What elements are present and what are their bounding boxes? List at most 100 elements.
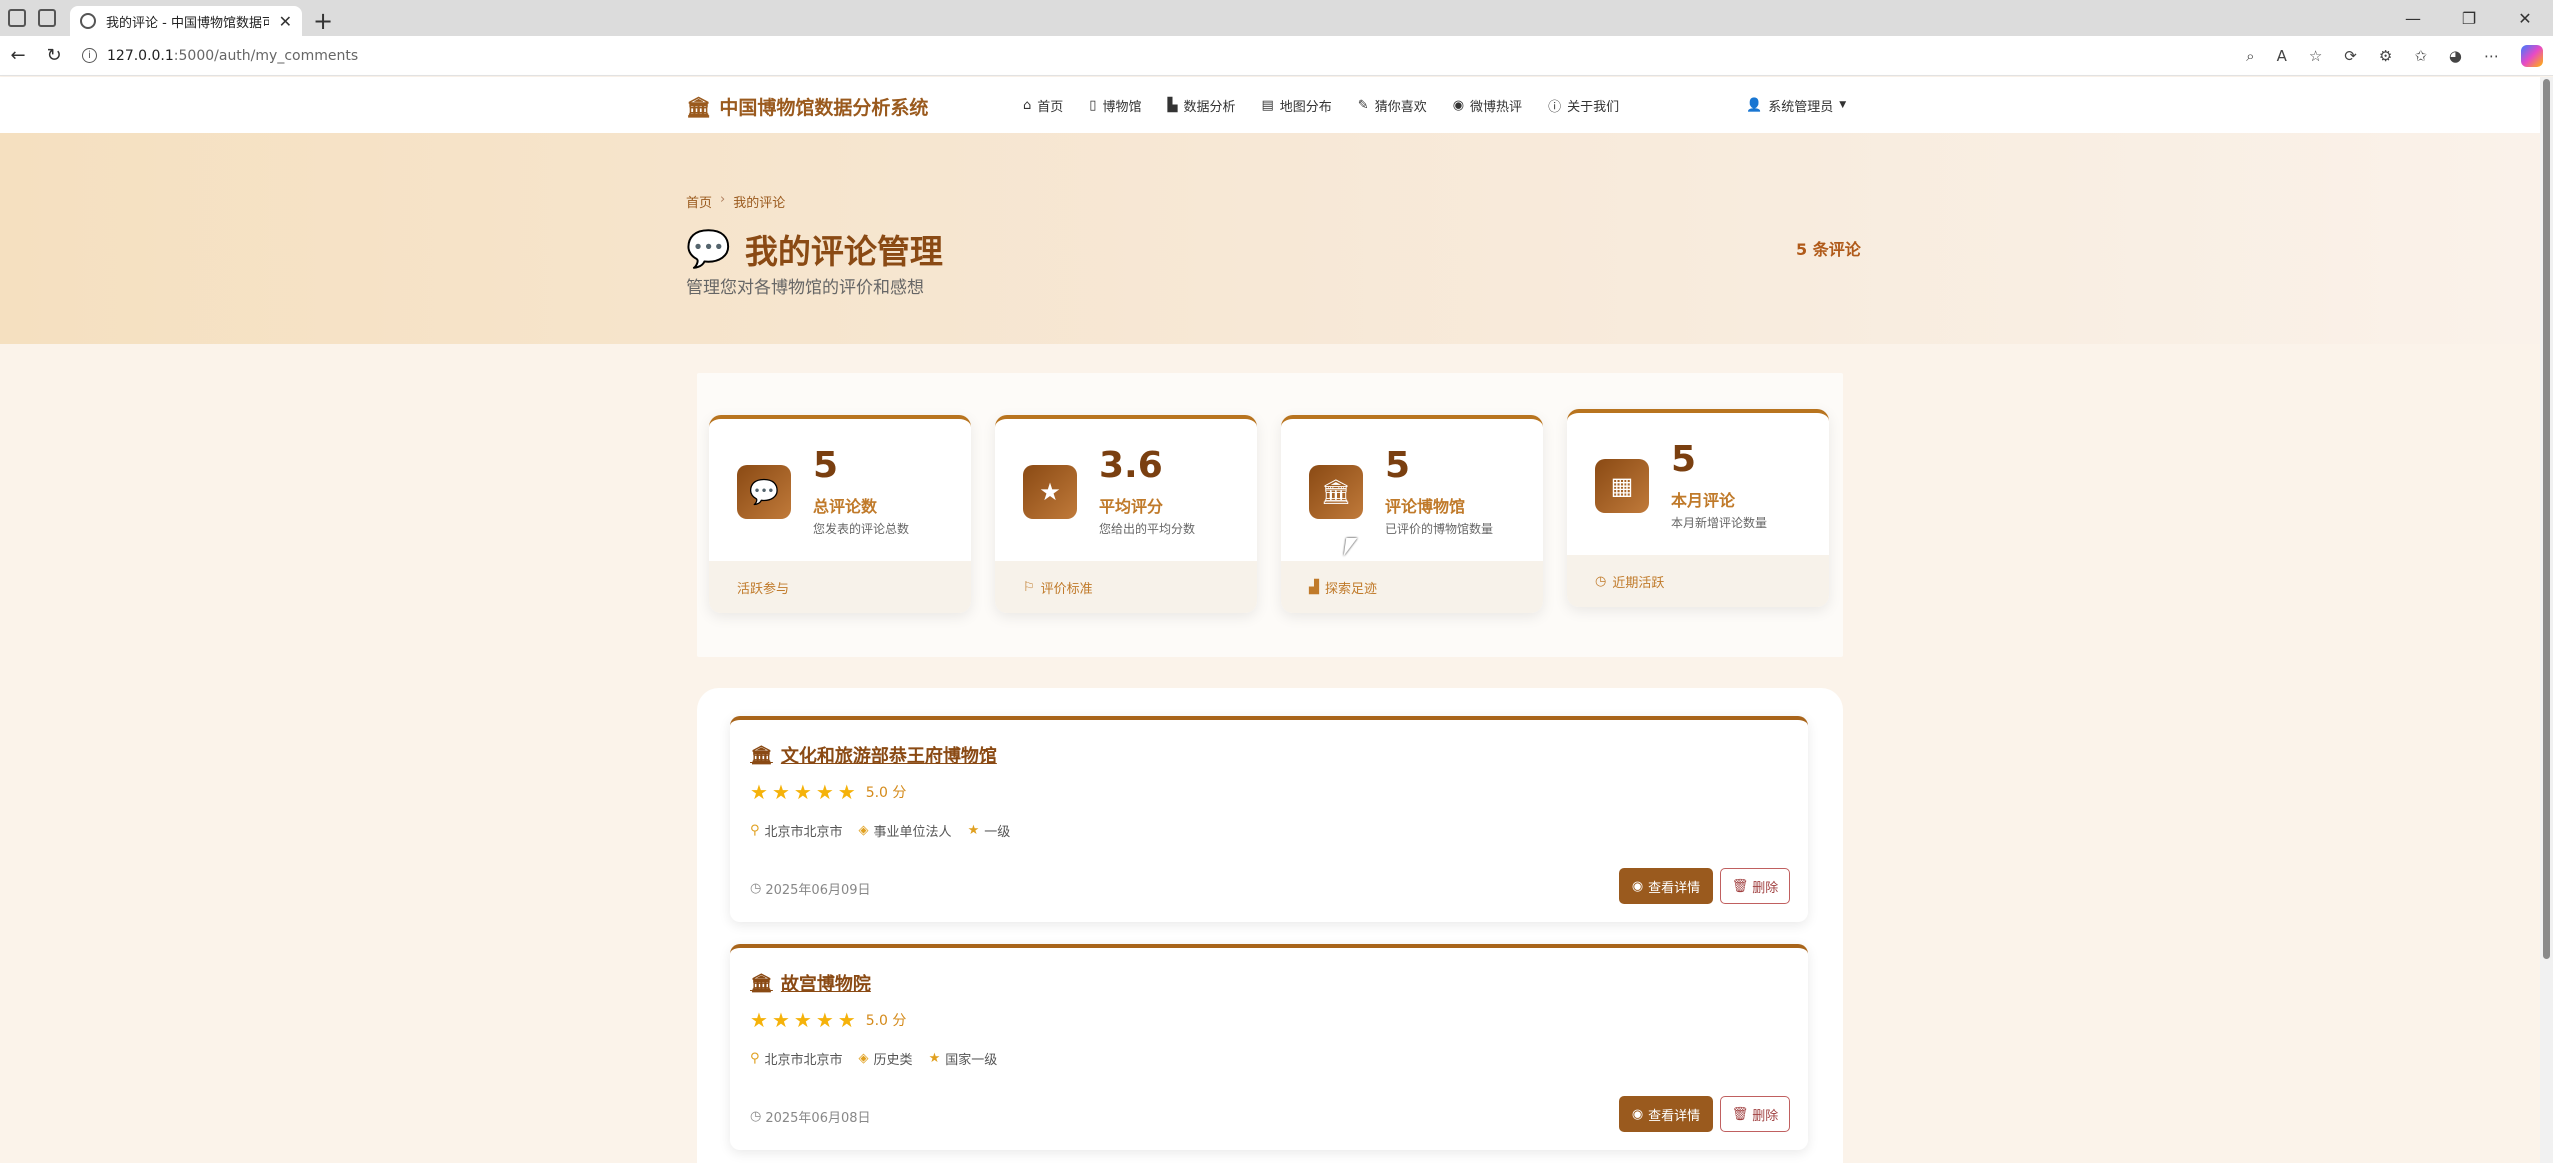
star-icon: ★	[928, 1051, 941, 1066]
museum-icon: 🏛	[750, 744, 773, 766]
stat-label: 本月评论	[1671, 491, 1736, 510]
star-icon: ★	[837, 780, 856, 804]
meta-level: ★ 一级	[968, 821, 1011, 840]
stat-card-museums: 🏛 5 评论博物馆 已评价的博物馆数量 ▟ 探索足迹	[1281, 415, 1543, 613]
menu-item-museums[interactable]: ▯ 博物馆	[1089, 96, 1141, 115]
breadcrumb-home[interactable]: 首页	[686, 192, 712, 211]
brand-title: 中国博物馆数据分析系统	[719, 97, 929, 119]
star-icon: ★	[967, 823, 980, 838]
profile-icon[interactable]: ◕	[2449, 47, 2462, 65]
comments-icon: 💬	[737, 465, 791, 519]
browser-tab-active[interactable]: 我的评论 - 中国博物馆数据可视化 ✕	[70, 6, 302, 36]
reload-icon[interactable]: ↻	[36, 45, 72, 66]
stat-value: 5	[813, 445, 839, 486]
home-icon: ⌂	[1023, 97, 1032, 113]
view-details-label: 查看详情	[1648, 1108, 1701, 1124]
trash-icon: 🗑	[1731, 1106, 1749, 1122]
favorites-icon[interactable]: ✩	[2414, 47, 2427, 65]
view-details-button[interactable]: ◉ 查看详情	[1619, 868, 1713, 904]
map-icon: ▤	[1261, 97, 1274, 113]
stat-value: 3.6	[1099, 445, 1163, 486]
eye-icon: ◉	[1631, 1106, 1644, 1122]
menu-item-label: 首页	[1037, 99, 1064, 115]
window-controls: — ❐ ✕	[2385, 0, 2553, 36]
read-aloud-icon[interactable]: A	[2277, 47, 2287, 65]
comments-icon: 💬	[686, 229, 731, 270]
comment-meta: ⚲ 北京市北京市 ◈ 历史类 ★ 国家一级	[750, 1049, 997, 1068]
breadcrumb-separator: ›	[720, 192, 726, 207]
site-brand[interactable]: 🏛 中国博物馆数据分析系统	[686, 93, 928, 120]
comment-museum-link[interactable]: 🏛 故宫博物院	[750, 970, 871, 996]
tab-close-icon[interactable]: ✕	[279, 12, 292, 31]
star-icon: ★	[771, 1008, 790, 1032]
delete-label: 删除	[1752, 1108, 1779, 1124]
site-navbar: 🏛 中国博物馆数据分析系统 ⌂ 首页 ▯ 博物馆 ▙ 数据分析 ▤ 地图分布 ✎ 猜你喜欢…	[0, 77, 2540, 133]
menu-item-about[interactable]: ⓘ 关于我们	[1548, 96, 1619, 115]
stat-card-average: ★ 3.6 平均评分 您给出的平均分数 ⚐ 评价标准	[995, 415, 1257, 613]
star-icon: ★	[1023, 465, 1077, 519]
minimize-button[interactable]: —	[2385, 0, 2441, 36]
tab-bar-left-controls	[0, 0, 56, 36]
user-icon: 👤	[1746, 97, 1763, 113]
clock-icon: ◷	[750, 881, 762, 896]
comment-meta: ⚲ 北京市北京市 ◈ 事业单位法人 ★ 一级	[750, 821, 1010, 840]
page-scrollbar[interactable]	[2540, 77, 2553, 1163]
caret-down-icon: ▼	[1839, 100, 1847, 110]
tab-actions-icon[interactable]	[38, 9, 56, 27]
refresh-page-icon[interactable]: ⟳	[2344, 47, 2357, 65]
stat-desc: 您发表的评论总数	[813, 522, 910, 536]
more-menu-icon[interactable]: ⋯	[2484, 47, 2499, 65]
user-menu[interactable]: 👤 系统管理员 ▼	[1746, 77, 1846, 133]
menu-item-label: 地图分布	[1279, 99, 1332, 115]
stat-footer: ⚐ 评价标准	[995, 561, 1257, 613]
comment-museum-link[interactable]: 🏛 文化和旅游部恭王府博物馆	[750, 742, 997, 768]
view-details-button[interactable]: ◉ 查看详情	[1619, 1096, 1713, 1132]
comment-card: 🏛 文化和旅游部恭王府博物馆 ★ ★ ★ ★ ★ 5.0 分 ⚲ 北京市北京市 ◈ 事业单位法…	[730, 716, 1808, 922]
favorite-star-icon[interactable]: ☆	[2309, 47, 2322, 65]
museum-logo-icon: 🏛	[686, 94, 712, 119]
star-icon: ★	[815, 1008, 834, 1032]
eye-icon: ◉	[1631, 878, 1644, 894]
menu-item-map[interactable]: ▤ 地图分布	[1261, 96, 1331, 115]
extensions-icon[interactable]: ⚙	[2379, 47, 2392, 65]
location-pin-icon: ⚲	[750, 1051, 760, 1066]
star-icon: ★	[750, 780, 768, 804]
menu-item-weibo[interactable]: ◉ 微博热评	[1453, 96, 1522, 115]
workspaces-icon[interactable]	[8, 9, 26, 27]
menu-item-label: 猜你喜欢	[1374, 99, 1427, 115]
comment-count-badge: 5 条评论	[1796, 240, 1861, 259]
star-icon: ★	[793, 1008, 812, 1032]
stat-desc: 本月新增评论数量	[1671, 516, 1768, 530]
menu-item-label: 关于我们	[1567, 99, 1620, 115]
museum-icon: 🏛	[750, 972, 773, 994]
stat-footer-text: 探索足迹	[1325, 581, 1378, 597]
museum-icon: 🏛	[1309, 465, 1363, 519]
clock-icon: ◷	[1595, 573, 1607, 589]
globe-icon	[80, 13, 96, 29]
zoom-icon[interactable]: ⌕	[2246, 47, 2254, 65]
menu-item-label: 数据分析	[1183, 99, 1236, 115]
back-icon[interactable]: ←	[0, 45, 36, 66]
site-info-icon[interactable]: i	[82, 48, 97, 63]
stat-footer-text: 活跃参与	[737, 581, 790, 597]
page-subtitle: 管理您对各博物馆的评价和感想	[686, 278, 924, 298]
menu-item-home[interactable]: ⌂ 首页	[1023, 96, 1063, 115]
delete-button[interactable]: 🗑 删除	[1720, 1096, 1790, 1132]
meta-type: ◈ 事业单位法人	[859, 821, 952, 840]
user-name: 系统管理员	[1768, 99, 1834, 115]
copilot-icon[interactable]	[2521, 45, 2543, 67]
star-icon: ★	[793, 780, 812, 804]
delete-button[interactable]: 🗑 删除	[1720, 868, 1790, 904]
url-field[interactable]: i 127.0.0.1:5000/auth/my_comments	[82, 48, 358, 64]
close-window-button[interactable]: ✕	[2497, 0, 2553, 36]
page-header: 首页 › 我的评论 💬 我的评论管理 管理您对各博物馆的评价和感想 5 条评论	[0, 133, 2540, 344]
scrollbar-thumb[interactable]	[2543, 79, 2550, 959]
restore-button[interactable]: ❐	[2441, 0, 2497, 36]
menu-item-recommend[interactable]: ✎ 猜你喜欢	[1358, 96, 1427, 115]
new-tab-button[interactable]: +	[308, 6, 338, 36]
tag-icon: ◈	[858, 1051, 869, 1066]
page-title-text: 我的评论管理	[744, 232, 943, 271]
stat-desc: 已评价的博物馆数量	[1385, 522, 1494, 536]
comment-date-text: 2025年06月09日	[765, 883, 871, 898]
menu-item-analysis[interactable]: ▙ 数据分析	[1167, 96, 1235, 115]
